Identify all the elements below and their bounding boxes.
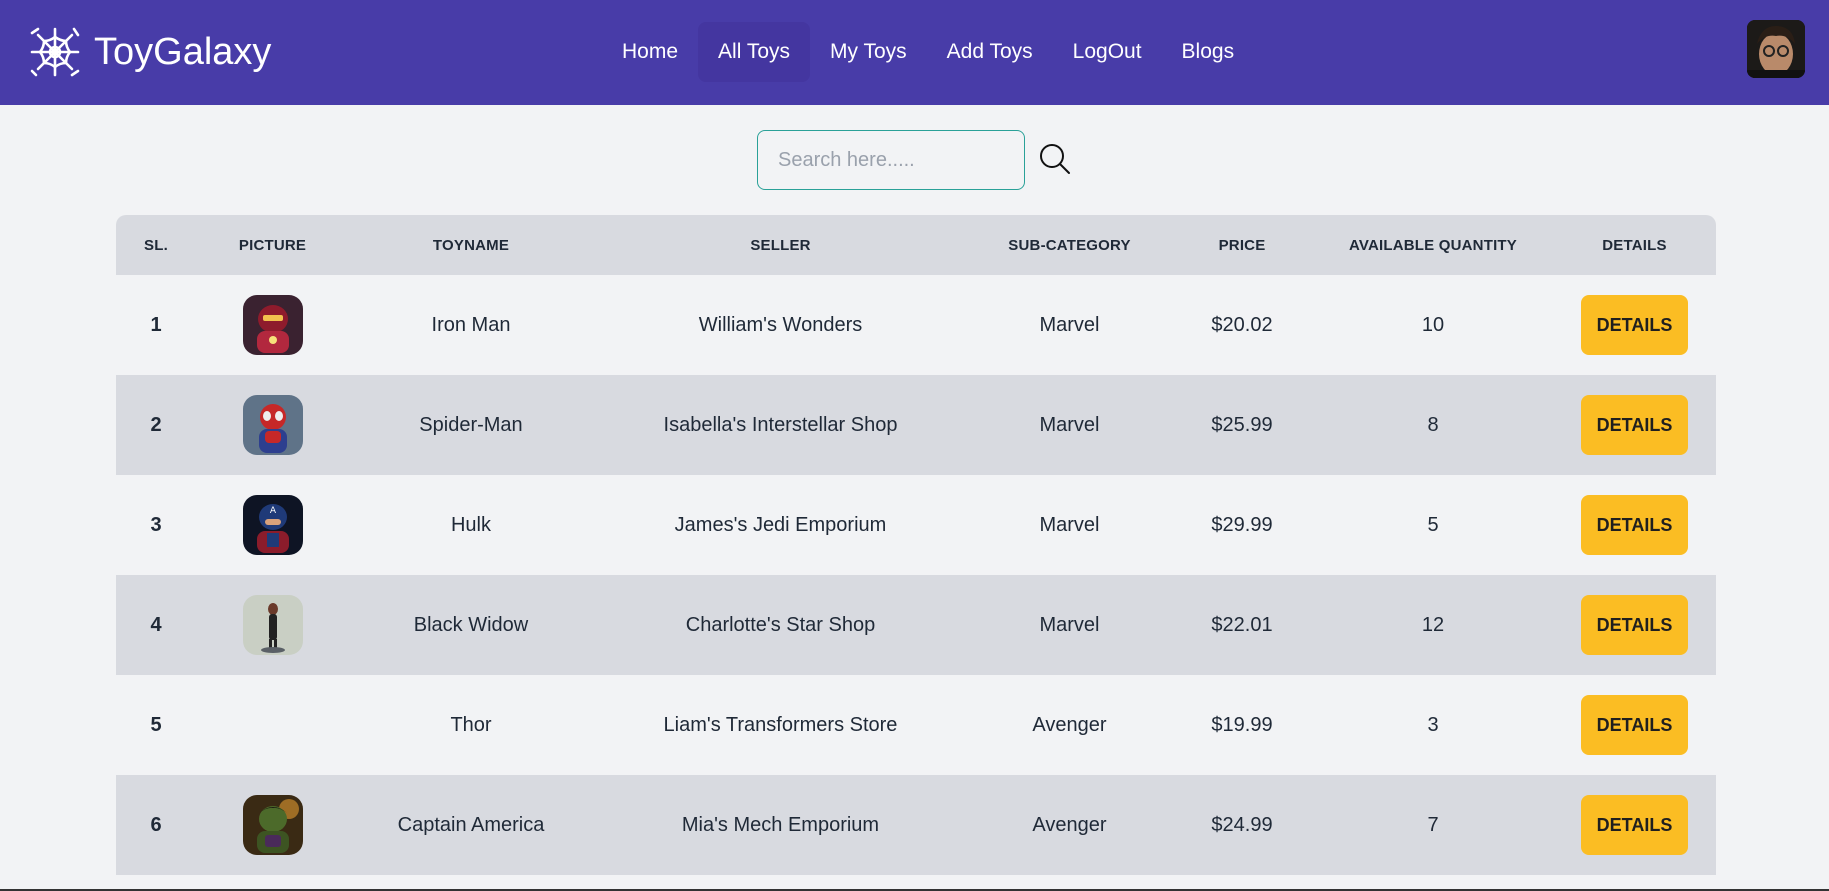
nav-add-toys[interactable]: Add Toys bbox=[927, 22, 1053, 82]
row-subcategory: Marvel bbox=[1039, 413, 1100, 436]
details-button[interactable]: DETAILS bbox=[1581, 695, 1688, 755]
table-row: 3 A Hulk James's Jedi Emporium Marvel $2… bbox=[116, 475, 1716, 575]
row-seller: Mia's Mech Emporium bbox=[681, 813, 880, 836]
row-seller: Liam's Transformers Store bbox=[663, 713, 898, 736]
row-quantity: 12 bbox=[1421, 613, 1445, 636]
user-avatar[interactable] bbox=[1747, 20, 1805, 78]
search-input[interactable] bbox=[757, 130, 1025, 190]
details-button[interactable]: DETAILS bbox=[1581, 795, 1688, 855]
spider-web-logo-icon bbox=[28, 25, 82, 79]
row-seller: James's Jedi Emporium bbox=[674, 513, 887, 536]
row-price: $20.02 bbox=[1211, 313, 1273, 336]
row-picture bbox=[196, 275, 349, 375]
row-price: $24.99 bbox=[1211, 813, 1273, 836]
row-sl: 2 bbox=[150, 413, 162, 436]
row-quantity: 3 bbox=[1427, 713, 1439, 736]
row-toyname: Spider-Man bbox=[419, 413, 523, 436]
row-details-cell: DETAILS bbox=[1553, 775, 1716, 875]
header-quantity: AVAILABLE QUANTITY bbox=[1348, 236, 1518, 254]
row-details-cell: DETAILS bbox=[1553, 475, 1716, 575]
brand[interactable]: ToyGalaxy bbox=[28, 24, 271, 80]
row-sl: 5 bbox=[150, 713, 162, 736]
row-seller: William's Wonders bbox=[698, 313, 863, 336]
row-subcategory: Avenger bbox=[1032, 713, 1107, 736]
row-details-cell: DETAILS bbox=[1553, 675, 1716, 775]
nav-my-toys[interactable]: My Toys bbox=[810, 22, 927, 82]
row-price: $25.99 bbox=[1211, 413, 1273, 436]
svg-text:A: A bbox=[269, 506, 276, 516]
nav-home[interactable]: Home bbox=[602, 22, 698, 82]
row-picture bbox=[196, 775, 349, 875]
hulk-thumbnail bbox=[242, 795, 303, 855]
header-seller: SELLER bbox=[750, 236, 811, 254]
header-price: PRICE bbox=[1218, 236, 1266, 254]
iron-man-thumbnail bbox=[242, 295, 303, 355]
row-sl: 1 bbox=[150, 313, 162, 336]
table-header-row: SL. PICTURE TOYNAME SELLER SUB-CATEGORY … bbox=[116, 215, 1716, 275]
row-details-cell: DETAILS bbox=[1553, 575, 1716, 675]
row-picture: A bbox=[196, 475, 349, 575]
row-subcategory: Marvel bbox=[1039, 613, 1100, 636]
row-quantity: 8 bbox=[1427, 413, 1439, 436]
row-seller: Charlotte's Star Shop bbox=[685, 613, 876, 636]
brand-name: ToyGalaxy bbox=[94, 31, 272, 73]
row-price: $19.99 bbox=[1211, 713, 1273, 736]
row-subcategory: Avenger bbox=[1032, 813, 1107, 836]
header-subcategory: SUB-CATEGORY bbox=[1008, 236, 1131, 254]
search-icon bbox=[1038, 142, 1072, 179]
row-details-cell: DETAILS bbox=[1553, 375, 1716, 475]
table-row: 2 Spider-Man Isabella's Interstellar Sho… bbox=[116, 375, 1716, 475]
header-toyname: TOYNAME bbox=[432, 236, 510, 254]
nav-menu: Home All Toys My Toys Add Toys LogOut Bl… bbox=[602, 22, 1254, 82]
toys-table: SL. PICTURE TOYNAME SELLER SUB-CATEGORY … bbox=[116, 215, 1716, 875]
row-seller: Isabella's Interstellar Shop bbox=[663, 413, 898, 436]
row-sl: 6 bbox=[150, 813, 162, 836]
table-row: 1 Iron Man William's Wonders Marvel $20.… bbox=[116, 275, 1716, 375]
search-button[interactable] bbox=[1037, 142, 1073, 178]
row-toyname: Iron Man bbox=[431, 313, 511, 336]
header-picture: PICTURE bbox=[238, 236, 307, 254]
row-sl: 3 bbox=[150, 513, 162, 536]
row-details-cell: DETAILS bbox=[1553, 275, 1716, 375]
nav-logout[interactable]: LogOut bbox=[1053, 22, 1162, 82]
nav-blogs[interactable]: Blogs bbox=[1162, 22, 1255, 82]
details-button[interactable]: DETAILS bbox=[1581, 595, 1688, 655]
captain-figure-thumbnail: A bbox=[242, 495, 303, 555]
row-toyname: Hulk bbox=[450, 513, 491, 536]
row-toyname: Black Widow bbox=[413, 613, 529, 636]
row-picture bbox=[196, 675, 349, 775]
details-button[interactable]: DETAILS bbox=[1581, 495, 1688, 555]
header-sl: SL. bbox=[144, 236, 168, 254]
row-picture bbox=[196, 575, 349, 675]
row-price: $29.99 bbox=[1211, 513, 1273, 536]
row-picture bbox=[196, 375, 349, 475]
row-quantity: 5 bbox=[1427, 513, 1439, 536]
row-sl: 4 bbox=[150, 613, 162, 636]
table-row: 6 Captain America Mia's Mech Emporium Av… bbox=[116, 775, 1716, 875]
row-subcategory: Marvel bbox=[1039, 513, 1100, 536]
search-bar bbox=[757, 130, 1073, 190]
details-button[interactable]: DETAILS bbox=[1581, 395, 1688, 455]
details-button[interactable]: DETAILS bbox=[1581, 295, 1688, 355]
header-details: DETAILS bbox=[1602, 236, 1667, 254]
row-toyname: Captain America bbox=[397, 813, 545, 836]
nav-all-toys[interactable]: All Toys bbox=[698, 22, 811, 82]
navbar: ToyGalaxy Home All Toys My Toys Add Toys… bbox=[0, 0, 1829, 105]
row-toyname: Thor bbox=[450, 713, 492, 736]
row-quantity: 10 bbox=[1421, 313, 1445, 336]
black-widow-thumbnail bbox=[242, 595, 303, 655]
table-row: 5 Thor Liam's Transformers Store Avenger… bbox=[116, 675, 1716, 775]
spider-man-thumbnail bbox=[242, 395, 303, 455]
table-row: 4 Black Widow Charlotte's Star Shop Marv… bbox=[116, 575, 1716, 675]
row-price: $22.01 bbox=[1211, 613, 1273, 636]
row-subcategory: Marvel bbox=[1039, 313, 1100, 336]
row-quantity: 7 bbox=[1427, 813, 1439, 836]
